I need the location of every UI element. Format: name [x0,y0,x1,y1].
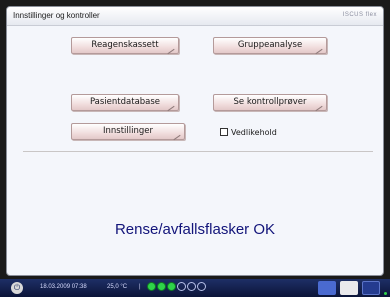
button-corner-mark [173,134,181,141]
keyboard-icon[interactable] [318,281,336,295]
taskbar-separator: | [139,284,141,290]
divider [23,151,373,152]
status-dot-inactive [197,282,206,291]
group-analysis-label: Gruppeanalyse [237,40,303,50]
brand-logo: ISCUS flex [342,12,377,18]
temperature: 25,0 °C [107,284,128,290]
maintenance-checkbox[interactable] [220,127,228,136]
view-control-samples-label: Se kontrollprøver [233,97,307,107]
gear-icon[interactable] [340,281,358,295]
settings-label: Innstillinger [103,126,153,136]
button-corner-mark [315,105,323,112]
status-dot-inactive [187,282,196,291]
title-bar: Innstillinger og kontroller ISCUS flex [7,7,383,26]
folder-icon[interactable] [362,281,380,295]
reagent-cassette-label: Reagenskassett [91,40,159,50]
taskbar: ⏻ 18.03.2009 07:38 25,0 °C | [0,279,390,297]
status-dot-inactive [177,282,186,291]
view-control-samples-button[interactable]: Se kontrollprøver [213,94,327,112]
button-corner-mark [167,48,175,55]
screen: Innstillinger og kontroller ISCUS flex R… [0,0,390,297]
power-icon[interactable]: ⏻ [11,282,23,294]
status-dot-active [157,282,166,291]
patient-database-label: Pasientdatabase [89,97,161,107]
status-message: Rense/avfallsflasker OK [114,221,276,238]
patient-database-button[interactable]: Pasientdatabase [71,94,179,112]
main-panel: Innstillinger og kontroller ISCUS flex R… [6,6,384,276]
date-time: 18.03.2009 07:38 [40,284,87,290]
maintenance-label: Vedlikehold [231,128,277,137]
button-corner-mark [315,48,323,55]
status-dot-active [147,282,156,291]
settings-button[interactable]: Innstillinger [71,123,185,141]
status-indicator [384,292,387,295]
window-title: Innstillinger og kontroller [13,11,100,20]
status-dot-active [167,282,176,291]
group-analysis-button[interactable]: Gruppeanalyse [213,37,327,55]
maintenance-checkbox-row[interactable]: Vedlikehold [220,127,277,140]
reagent-cassette-button[interactable]: Reagenskassett [71,37,179,55]
button-corner-mark [167,105,175,112]
